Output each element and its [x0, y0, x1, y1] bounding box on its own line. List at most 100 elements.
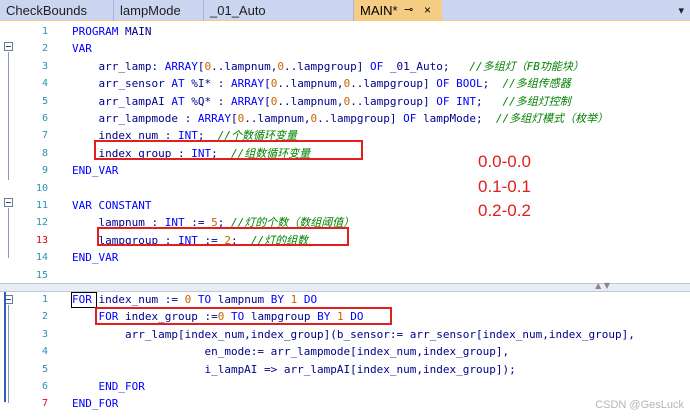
- code-token: ;: [476, 94, 503, 108]
- highlight-box-lampgroup: [97, 227, 349, 246]
- code-line[interactable]: 10: [0, 180, 690, 197]
- line-number: 15: [35, 269, 48, 281]
- code-text: arr_lampAI AT %Q* : ARRAY[0..lampnum,0..…: [72, 93, 570, 110]
- code-token: ARRAY: [230, 77, 265, 91]
- code-token: %I* :: [184, 77, 231, 91]
- line-number: 10: [35, 182, 48, 194]
- code-line[interactable]: 11 VAR CONSTANT: [0, 197, 690, 214]
- code-line[interactable]: 7 END_FOR: [0, 395, 690, 412]
- tab-checkbounds[interactable]: CheckBounds: [0, 0, 114, 21]
- code-line[interactable]: 5 arr_lampAI AT %Q* : ARRAY[0..lampnum,0…: [0, 93, 690, 110]
- code-line[interactable]: 6 END_FOR: [0, 378, 690, 395]
- code-token: AT: [171, 94, 185, 108]
- tab-main[interactable]: MAIN* ⊸ ×: [354, 0, 442, 21]
- code-token: lampMode;: [416, 112, 496, 125]
- code-line[interactable]: 4 en_mode:= arr_lampmode[index_num,index…: [0, 343, 690, 360]
- code-token: i_lampAI => arr_lampAI[index_num,index_g…: [72, 362, 516, 376]
- code-text: PROGRAM MAIN: [72, 23, 151, 40]
- code-text: arr_lampmode : ARRAY[0..lampnum,0..lampg…: [72, 110, 608, 127]
- code-token: arr_lampAI: [72, 94, 172, 108]
- code-text: END_FOR: [72, 395, 118, 412]
- code-token: _01_Auto;: [383, 59, 470, 73]
- code-line[interactable]: 5 i_lampAI => arr_lampAI[index_num,index…: [0, 361, 690, 378]
- code-line[interactable]: 6 arr_lampmode : ARRAY[0..lampnum,0..lam…: [0, 110, 690, 127]
- code-line[interactable]: 15: [0, 267, 690, 284]
- line-number: 2: [41, 43, 48, 55]
- code-text: END_VAR: [72, 162, 118, 179]
- line-number: 3: [41, 60, 48, 72]
- code-token: 0: [277, 59, 284, 73]
- code-line[interactable]: 1 PROGRAM MAIN: [0, 23, 690, 40]
- code-token: arr_lamp[index_num,index_group](b_sensor…: [72, 327, 635, 341]
- code-token: //多组灯（FB功能块）: [469, 59, 584, 73]
- tab-tools: ▾: [678, 0, 684, 21]
- tab-label: MAIN*: [360, 3, 398, 18]
- highlight-box-inner-for: [95, 307, 392, 325]
- code-token: END_VAR: [72, 164, 119, 178]
- line-number: 2: [41, 311, 48, 323]
- code-token: en_mode:= arr_lampmode[index_num,index_g…: [72, 345, 510, 359]
- line-number: 9: [41, 165, 48, 177]
- code-line[interactable]: 3 arr_lamp: ARRAY[0..lampnum,0..lampgrou…: [0, 58, 690, 75]
- code-token: END_FOR: [72, 397, 119, 411]
- code-line[interactable]: 2 VAR: [0, 40, 690, 57]
- code-text: arr_sensor AT %I* : ARRAY[0..lampnum,0..…: [72, 75, 571, 92]
- code-token: ..lampnum,: [211, 59, 278, 73]
- code-token: PROGRAM: [72, 25, 125, 38]
- code-token: BY: [270, 293, 284, 306]
- code-token: arr_lampmode :: [72, 112, 198, 125]
- code-token: OF BOOL: [436, 77, 483, 91]
- watermark: CSDN @GesLuck: [595, 399, 684, 411]
- line-number: 7: [41, 398, 48, 410]
- line-number: 7: [41, 130, 48, 142]
- code-token: [: [264, 94, 271, 108]
- tab-dropdown-icon[interactable]: ▾: [678, 4, 684, 17]
- code-token: [: [230, 112, 238, 125]
- code-line[interactable]: 4 arr_sensor AT %I* : ARRAY[0..lampnum,0…: [0, 75, 690, 92]
- code-token: //多组传感器: [502, 77, 571, 91]
- code-text: VAR: [72, 40, 92, 57]
- close-icon[interactable]: ×: [424, 0, 431, 21]
- code-token: [: [264, 77, 271, 91]
- line-number: 1: [41, 26, 48, 37]
- line-number: 5: [41, 363, 48, 375]
- code-text: en_mode:= arr_lampmode[index_num,index_g…: [72, 343, 509, 360]
- annotation-text: 0.1-0.1: [478, 177, 531, 196]
- selection-margin-bar: [4, 292, 6, 402]
- code-token: %Q* :: [184, 94, 231, 108]
- annotation-text: 0.0-0.0: [478, 152, 531, 171]
- code-token: lampnum: [211, 293, 271, 306]
- line-number: 12: [35, 217, 48, 229]
- code-token: ..lampgroup]: [317, 112, 404, 125]
- line-number: 8: [41, 147, 48, 159]
- code-line[interactable]: 9 END_VAR: [0, 162, 690, 179]
- tab-01-auto[interactable]: _01_Auto: [204, 0, 354, 21]
- code-token: arr_sensor: [72, 77, 172, 91]
- code-token: ..lampnum,: [244, 112, 311, 125]
- code-token: ARRAY: [164, 59, 198, 73]
- caret-selection: [71, 292, 97, 308]
- code-line[interactable]: 3 arr_lamp[index_num,index_group](b_sens…: [0, 326, 690, 343]
- tab-lampmode[interactable]: lampMode: [114, 0, 204, 21]
- annotation-text: 0.2-0.2: [478, 201, 531, 220]
- line-number: 4: [41, 78, 48, 90]
- code-line[interactable]: 14 END_VAR: [0, 249, 690, 266]
- code-token: END_FOR: [98, 380, 145, 393]
- line-number: 3: [41, 328, 48, 340]
- code-text: i_lampAI => arr_lampAI[index_num,index_g…: [72, 361, 516, 378]
- code-token: AT: [171, 77, 185, 91]
- pin-icon[interactable]: ⊸: [404, 0, 413, 21]
- code-token: OF INT: [436, 94, 477, 108]
- code-token: ..lampnum,: [277, 94, 344, 108]
- code-text: FOR index_num := 0 TO lampnum BY 1 DO: [72, 291, 317, 308]
- code-line[interactable]: 1 FOR index_num := 0 TO lampnum BY 1 DO: [0, 291, 690, 308]
- code-token: //多组灯模式（枚举）: [495, 112, 609, 125]
- code-token: index_num :=: [91, 293, 185, 306]
- code-text: END_VAR: [72, 249, 118, 266]
- code-text: arr_lamp[index_num,index_group](b_sensor…: [72, 326, 635, 343]
- editor-tab-bar: CheckBounds lampMode _01_Auto MAIN* ⊸ × …: [0, 0, 690, 21]
